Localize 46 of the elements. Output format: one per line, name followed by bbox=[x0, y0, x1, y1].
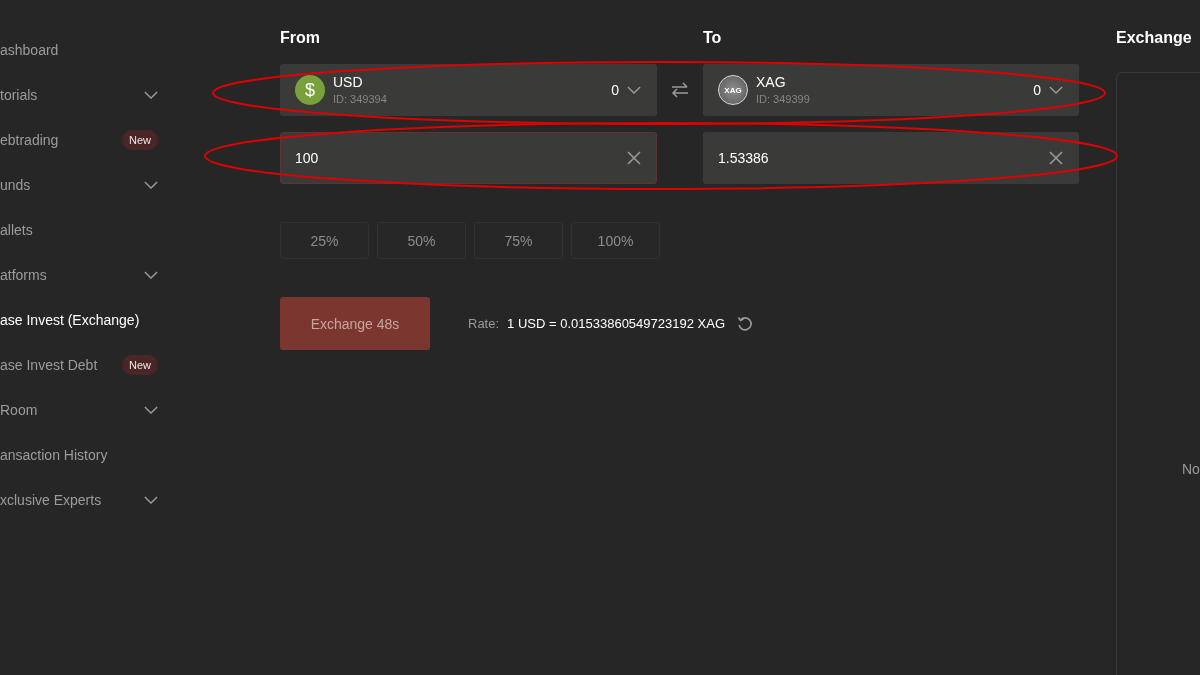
rate-value: 1 USD = 0.01533860549723192 XAG bbox=[507, 316, 725, 331]
chevron-down-icon bbox=[627, 86, 641, 94]
sidebar-item[interactable]: ansaction History bbox=[0, 432, 165, 477]
rate-label: Rate: bbox=[468, 316, 500, 331]
sidebar-item[interactable]: ebtrading New bbox=[0, 117, 165, 162]
coin-icon: XAG bbox=[718, 75, 748, 105]
sidebar-item[interactable]: atforms bbox=[0, 252, 165, 297]
sidebar-item[interactable]: torials bbox=[0, 72, 165, 117]
sidebar-item[interactable]: ase Invest Debt New bbox=[0, 342, 165, 387]
column-heading: From bbox=[280, 28, 320, 48]
balance-value: 0 bbox=[611, 82, 619, 98]
chevron-down-icon bbox=[1049, 86, 1063, 94]
percent-button[interactable]: 100% bbox=[571, 222, 660, 259]
chevron-down-icon bbox=[144, 270, 158, 279]
clear-icon[interactable] bbox=[627, 151, 641, 165]
sidebar-item[interactable]: ase Invest (Exchange) bbox=[0, 297, 165, 342]
currency-select[interactable]: $ USD ID: 349394 0 bbox=[280, 64, 657, 116]
sidebar-item[interactable]: unds bbox=[0, 162, 165, 207]
percent-button[interactable]: 50% bbox=[377, 222, 466, 259]
chevron-down-icon bbox=[144, 180, 158, 189]
clear-icon[interactable] bbox=[1049, 151, 1063, 165]
column-heading: To bbox=[703, 28, 722, 48]
percent-button[interactable]: 25% bbox=[280, 222, 369, 259]
chevron-down-icon bbox=[144, 405, 158, 414]
balance-value: 0 bbox=[1033, 82, 1041, 98]
swap-arrows-icon[interactable] bbox=[671, 82, 689, 98]
account-id: ID: 349399 bbox=[756, 93, 810, 106]
empty-message: No bbox=[1182, 461, 1200, 477]
sidebar-item[interactable]: allets bbox=[0, 207, 165, 252]
refresh-icon[interactable] bbox=[737, 315, 753, 332]
coin-icon: $ bbox=[295, 75, 325, 105]
currency-code: XAG bbox=[756, 74, 786, 90]
currency-code: USD bbox=[333, 74, 363, 90]
sidebar-item[interactable]: ashboard bbox=[0, 27, 165, 72]
new-badge: New bbox=[122, 354, 158, 375]
sidebar-item[interactable]: xclusive Experts bbox=[0, 477, 165, 522]
chevron-down-icon bbox=[144, 495, 158, 504]
amount-field[interactable]: 100 bbox=[280, 132, 657, 184]
percent-button[interactable]: 75% bbox=[474, 222, 563, 259]
new-badge: New bbox=[122, 129, 158, 150]
currency-select[interactable]: XAG XAG ID: 349399 0 bbox=[703, 64, 1079, 116]
account-id: ID: 349394 bbox=[333, 93, 387, 106]
chevron-down-icon bbox=[144, 90, 158, 99]
panel-title: Exchange bbox=[1116, 28, 1192, 48]
amount-field[interactable]: 1.53386 bbox=[703, 132, 1079, 184]
sidebar-item[interactable]: Room bbox=[0, 387, 165, 432]
